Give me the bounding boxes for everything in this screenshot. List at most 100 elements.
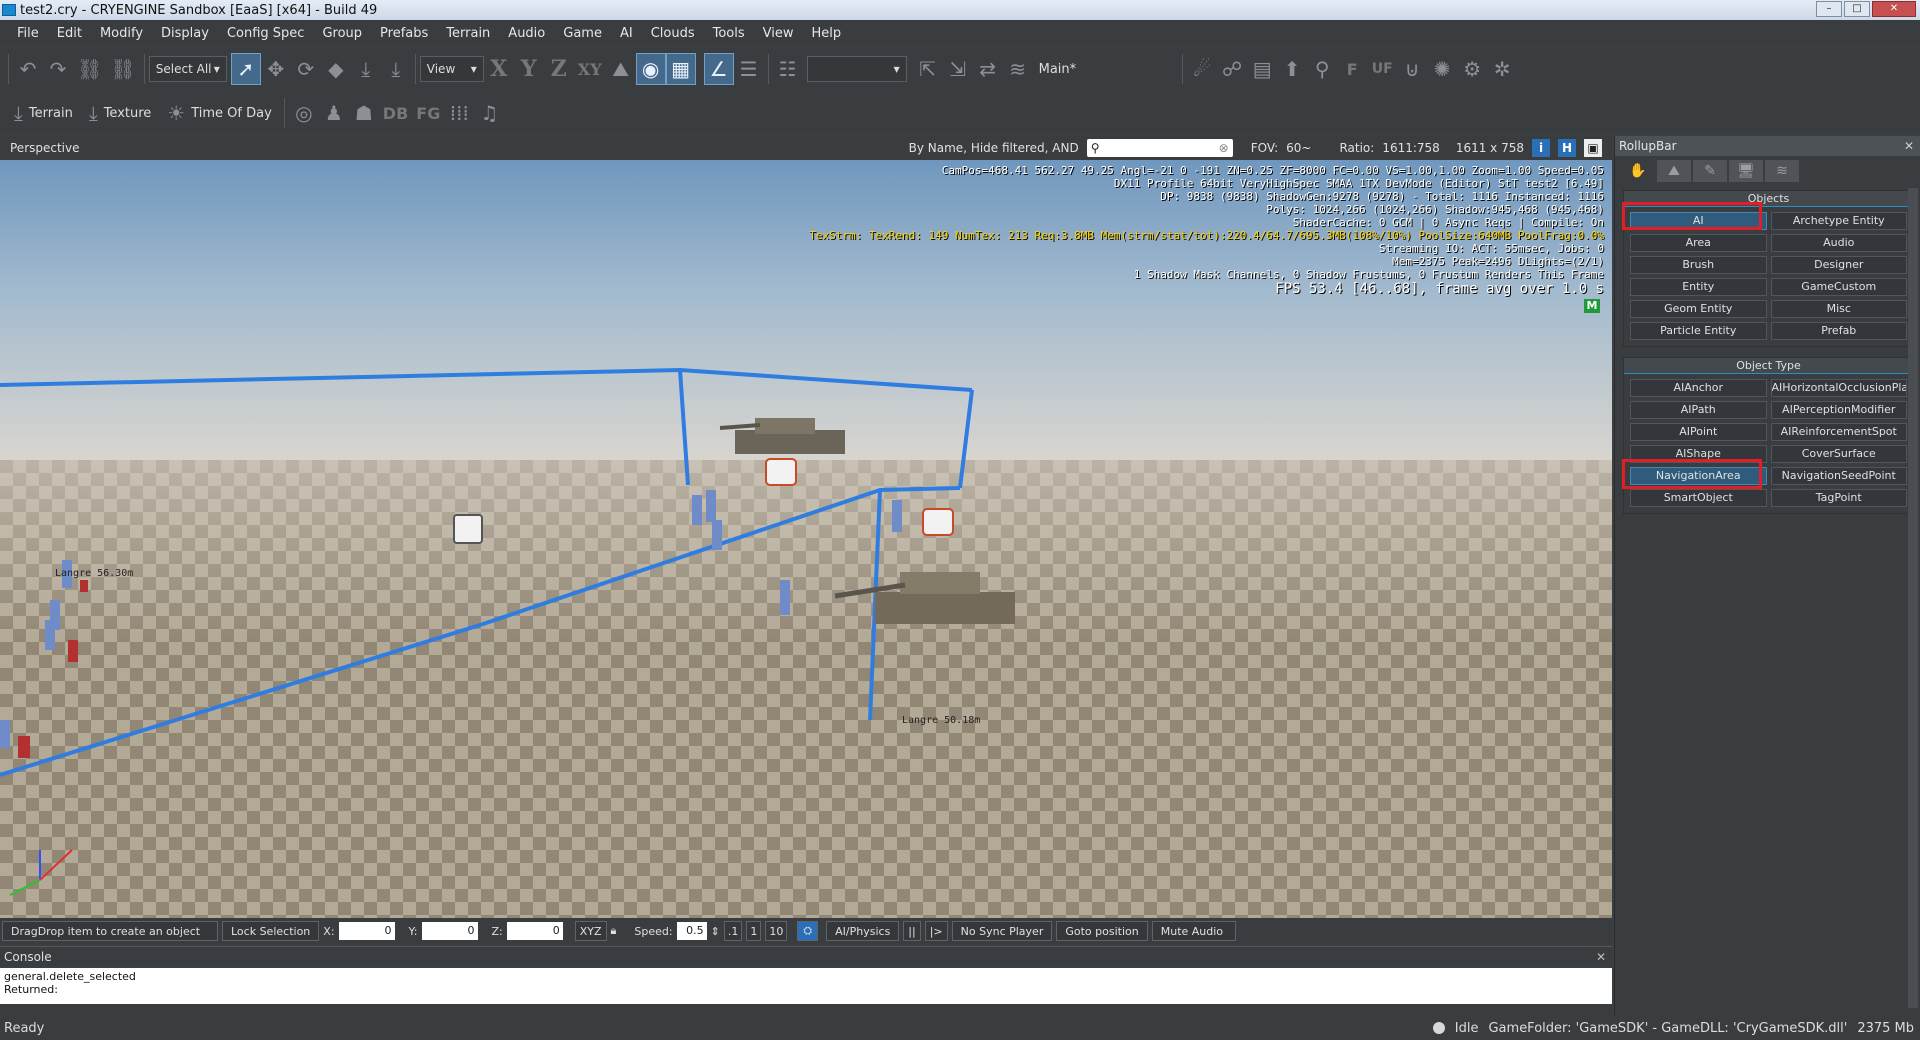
angle-snap-icon[interactable]: ∠ — [703, 53, 734, 85]
maximize-button[interactable]: □ — [1844, 1, 1870, 17]
ai-physics-button[interactable]: AI/Physics — [826, 921, 900, 941]
animation-icon[interactable]: ☗ — [349, 97, 379, 129]
object-particle-entity-button[interactable]: Particle Entity — [1630, 322, 1767, 340]
materials-icon[interactable]: ◎ — [289, 97, 319, 129]
type-coversurface-button[interactable]: CoverSurface — [1770, 445, 1907, 463]
terrain-tab-icon[interactable]: ⛰ — [1657, 160, 1691, 182]
objects-tab-icon[interactable]: ✋ — [1621, 160, 1655, 182]
menu-config-spec[interactable]: Config Spec — [218, 26, 314, 41]
rollup-close-icon[interactable]: ✕ — [1904, 136, 1914, 156]
menu-display[interactable]: Display — [152, 26, 218, 41]
database-icon[interactable]: ▤ — [1247, 53, 1277, 85]
menu-ai[interactable]: AI — [611, 26, 642, 41]
viewport-title[interactable]: Perspective — [10, 141, 80, 155]
flowgraph-icon[interactable]: ☍ — [1217, 53, 1247, 85]
speed-0-1-button[interactable]: .1 — [723, 921, 743, 941]
helpers-button[interactable]: H — [1558, 139, 1576, 157]
goto-position-button[interactable]: Goto position — [1056, 921, 1148, 941]
menu-help[interactable]: Help — [803, 26, 851, 41]
axis-z-button[interactable]: Z — [544, 53, 574, 85]
speed-1-button[interactable]: 1 — [746, 921, 762, 941]
menu-terrain[interactable]: Terrain — [437, 26, 499, 41]
f-button[interactable]: F — [1337, 53, 1367, 85]
speed-input[interactable]: 0.5 — [676, 922, 707, 940]
particles-icon[interactable]: ✺ — [1427, 53, 1457, 85]
fg-button[interactable]: FG — [412, 97, 444, 129]
mute-audio-button[interactable]: Mute Audio — [1151, 921, 1236, 941]
z-coordinate-input[interactable]: 0 — [506, 922, 563, 940]
terrain-button[interactable]: ⤓ Terrain — [6, 101, 81, 125]
unlink-icon[interactable]: ⛓ — [106, 53, 139, 85]
texture-button[interactable]: ⤓ Texture — [81, 101, 159, 125]
menu-group[interactable]: Group — [313, 26, 371, 41]
type-navigationseedpoint-button[interactable]: NavigationSeedPoint — [1770, 467, 1907, 485]
redo-icon[interactable]: ↷ — [43, 53, 73, 85]
console-close-icon[interactable]: ✕ — [1596, 947, 1606, 967]
axis-y-button[interactable]: Y — [514, 53, 544, 85]
db-button[interactable]: DB — [379, 97, 412, 129]
lock-icon[interactable]: 🔒︎ — [611, 924, 617, 938]
no-sync-player-button[interactable]: No Sync Player — [951, 921, 1053, 941]
viewport-3d[interactable]: Langre 56.30m Langre 50.18m CamPos=468.4… — [0, 160, 1612, 918]
menu-view[interactable]: View — [754, 26, 803, 41]
type-smartobject-button[interactable]: SmartObject — [1630, 489, 1767, 507]
terrain-editor-icon[interactable]: ⚲ — [1307, 53, 1337, 85]
display-tab-icon[interactable]: 🖥︎ — [1729, 160, 1763, 182]
object-entity-button[interactable]: Entity — [1630, 278, 1767, 296]
y-coordinate-input[interactable]: 0 — [421, 922, 478, 940]
axis-x-button[interactable]: X — [484, 53, 514, 85]
snap-terrain-icon[interactable]: ⤓ — [351, 53, 381, 85]
uf-button[interactable]: UF — [1367, 53, 1397, 85]
console-input[interactable] — [0, 1004, 1612, 1016]
x-coordinate-input[interactable]: 0 — [338, 922, 395, 940]
select-tool-icon[interactable]: ➚ — [230, 53, 261, 85]
type-aiperceptionmodifier-button[interactable]: AIPerceptionModifier — [1770, 401, 1907, 419]
type-navigationarea-button[interactable]: NavigationArea — [1630, 467, 1767, 485]
object-audio-button[interactable]: Audio — [1770, 234, 1907, 252]
move-icon[interactable]: ✥ — [261, 53, 291, 85]
layers-icon[interactable]: ≋ — [1003, 53, 1033, 85]
link-icon[interactable]: ⛓ — [73, 53, 106, 85]
layers-tab-icon[interactable]: ≋ — [1765, 160, 1799, 182]
menu-edit[interactable]: Edit — [48, 26, 91, 41]
terrain-follow-icon[interactable]: ⛰ — [606, 53, 636, 85]
snap-object-icon[interactable]: ⤓ — [381, 53, 411, 85]
list-icon[interactable]: ☷ — [773, 53, 803, 85]
close-button[interactable]: ✕ — [1872, 1, 1916, 17]
type-tagpoint-button[interactable]: TagPoint — [1770, 489, 1907, 507]
rollup-scrollbar[interactable] — [1908, 188, 1918, 1008]
type-aipoint-button[interactable]: AIPoint — [1630, 423, 1767, 441]
minimize-button[interactable]: – — [1816, 1, 1842, 17]
xyz-button[interactable]: XYZ — [574, 921, 607, 941]
object-designer-button[interactable]: Designer — [1770, 256, 1907, 274]
physics-icon[interactable]: ☄ — [1187, 53, 1217, 85]
object-gamecustom-button[interactable]: GameCustom — [1770, 278, 1907, 296]
object-archetype-entity-button[interactable]: Archetype Entity — [1770, 212, 1907, 230]
time-of-day-button[interactable]: ☀ Time Of Day — [159, 101, 280, 125]
music-icon[interactable]: ♫ — [474, 97, 504, 129]
maximize-viewport-icon[interactable]: ▣ — [1584, 139, 1602, 157]
transfer-icon[interactable]: ⇄ — [973, 53, 1003, 85]
grid-icon[interactable]: ⁞⁞⁞ — [444, 97, 474, 129]
view-dropdown[interactable]: View ▾ — [419, 56, 484, 82]
object-area-button[interactable]: Area — [1630, 234, 1767, 252]
object-ai-button[interactable]: AI — [1630, 212, 1767, 230]
type-aishape-button[interactable]: AIShape — [1630, 445, 1767, 463]
menu-audio[interactable]: Audio — [499, 26, 554, 41]
undo-icon[interactable]: ↶ — [13, 53, 43, 85]
type-aihorizontalocclusionplane-button[interactable]: AIHorizontalOcclusionPlane — [1770, 379, 1907, 397]
layer-select-dropdown[interactable]: ▾ — [806, 56, 907, 82]
ai-icon[interactable]: ✲ — [1487, 53, 1517, 85]
object-brush-button[interactable]: Brush — [1630, 256, 1767, 274]
character-icon[interactable]: ⬆ — [1277, 53, 1307, 85]
import-icon[interactable]: ⇲ — [943, 53, 973, 85]
console-output[interactable]: general.delete_selected Returned: — [0, 968, 1612, 1004]
lock-selection-button[interactable]: Lock Selection — [222, 921, 320, 941]
object-prefab-button[interactable]: Prefab — [1770, 322, 1907, 340]
fov-value[interactable]: 60~ — [1286, 141, 1311, 155]
type-aireinforcementspot-button[interactable]: AIReinforcementSpot — [1770, 423, 1907, 441]
align-icon[interactable]: ☰ — [734, 53, 764, 85]
type-aipath-button[interactable]: AIPath — [1630, 401, 1767, 419]
menu-modify[interactable]: Modify — [91, 26, 152, 41]
modify-tab-icon[interactable]: ✎ — [1693, 160, 1727, 182]
